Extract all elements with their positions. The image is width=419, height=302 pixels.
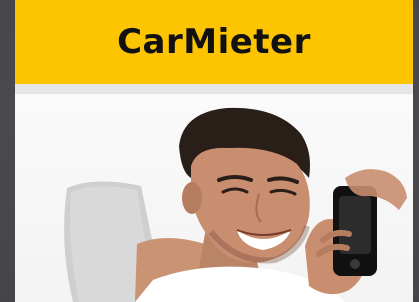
app-card: CarMieter xyxy=(15,0,413,302)
app-title: CarMieter xyxy=(117,22,311,62)
header-divider xyxy=(15,84,413,94)
app-header: CarMieter xyxy=(15,0,413,84)
app-background: CarMieter xyxy=(0,0,419,302)
hero-photo xyxy=(15,94,413,302)
smiling-man-with-phone-photo xyxy=(64,107,407,302)
